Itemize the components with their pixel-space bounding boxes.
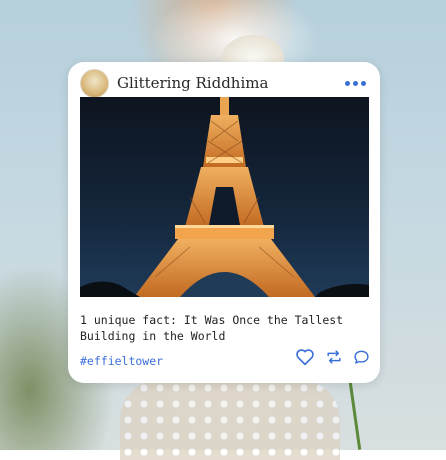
comment-icon[interactable] xyxy=(353,349,370,365)
post-header: Glittering Riddhima xyxy=(80,66,370,100)
post-image[interactable] xyxy=(80,97,369,297)
username[interactable]: Glittering Riddhima xyxy=(117,74,268,92)
avatar[interactable] xyxy=(80,68,109,98)
more-options-button[interactable] xyxy=(341,77,370,90)
hashtag-link[interactable]: #effieltower xyxy=(80,354,163,368)
post-card: Glittering Riddhima 1 unique fact: It Wa… xyxy=(68,62,380,383)
eiffel-tower-image xyxy=(80,97,369,297)
post-actions xyxy=(295,348,370,366)
repeat-icon[interactable] xyxy=(325,349,343,365)
more-horizontal-icon xyxy=(345,80,350,86)
heart-icon[interactable] xyxy=(295,348,315,366)
post-caption: 1 unique fact: It Was Once the Tallest B… xyxy=(80,313,344,343)
lace-dress-detail xyxy=(120,380,340,460)
